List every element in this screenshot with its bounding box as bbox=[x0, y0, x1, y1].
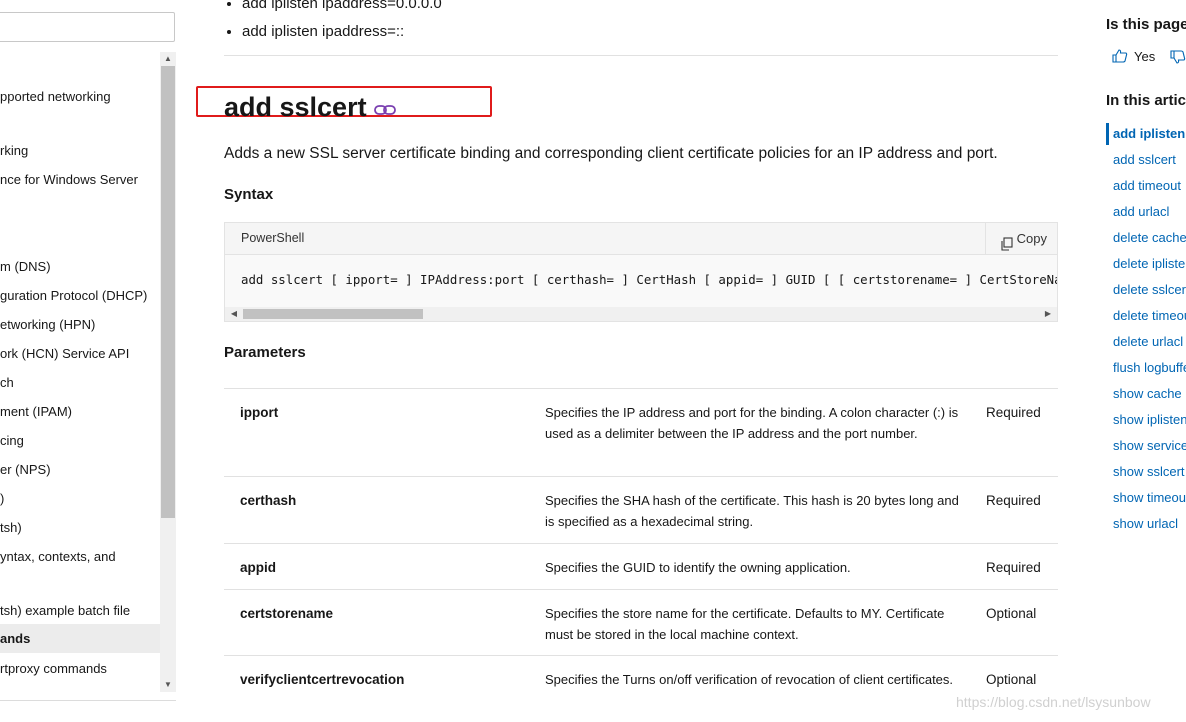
example-list: add iplisten ipaddress=0.0.0.0 add iplis… bbox=[224, 0, 442, 46]
scroll-down-arrow-icon[interactable]: ▼ bbox=[160, 678, 176, 692]
toc-scrollbar[interactable]: ▲ ▼ bbox=[160, 52, 176, 692]
param-name: certhash bbox=[240, 493, 297, 508]
toc-item[interactable]: ch bbox=[0, 373, 160, 393]
feedback-yes-label: Yes bbox=[1134, 49, 1156, 64]
right-rail: Is this page Yes In this artic add iplis… bbox=[1106, 0, 1186, 722]
param-description: Specifies the SHA hash of the certificat… bbox=[545, 493, 959, 529]
toc-item[interactable]: tsh) example batch file bbox=[0, 601, 160, 621]
table-row: ipport Specifies the IP address and port… bbox=[224, 388, 1058, 477]
scroll-right-arrow-icon[interactable]: ▶ bbox=[1041, 307, 1055, 321]
toc-item[interactable]: rtproxy commands bbox=[0, 659, 160, 679]
toc-item[interactable]: guration Protocol (DHCP) bbox=[0, 286, 160, 306]
param-description: Specifies the GUID to identify the ownin… bbox=[545, 560, 851, 575]
toc-item[interactable]: rking bbox=[0, 141, 160, 161]
article-link[interactable]: add urlacl bbox=[1113, 204, 1169, 219]
toc-item[interactable]: ork (HCN) Service API bbox=[0, 344, 160, 364]
article-link[interactable]: show service bbox=[1113, 438, 1186, 453]
param-requirement: Required bbox=[986, 405, 1041, 420]
section-title: add sslcert bbox=[224, 92, 367, 122]
code-horizontal-scrollbar[interactable]: ◀ ▶ bbox=[225, 307, 1057, 321]
toc-item-active[interactable]: ands bbox=[0, 624, 160, 653]
scroll-up-arrow-icon[interactable]: ▲ bbox=[160, 52, 176, 66]
in-this-article-heading: In this artic bbox=[1106, 92, 1186, 109]
article-content: add iplisten ipaddress=0.0.0.0 add iplis… bbox=[196, 0, 1058, 722]
param-requirement: Optional bbox=[986, 606, 1037, 621]
toc-item[interactable]: yntax, contexts, and bbox=[0, 547, 160, 567]
table-row: appid Specifies the GUID to identify the… bbox=[224, 543, 1058, 590]
param-requirement: Optional bbox=[986, 672, 1037, 687]
code-text: add sslcert [ ipport= ] IPAddress:port [… bbox=[241, 272, 1057, 287]
parameters-heading: Parameters bbox=[224, 344, 306, 361]
table-row: certstorename Specifies the store name f… bbox=[224, 589, 1058, 656]
scroll-left-arrow-icon[interactable]: ◀ bbox=[227, 307, 241, 321]
code-block: PowerShell Copy add sslcert [ ipport= ] … bbox=[224, 222, 1058, 322]
param-name: certstorename bbox=[240, 606, 334, 621]
thumbs-down-icon bbox=[1170, 50, 1186, 68]
feedback-no-button[interactable] bbox=[1170, 50, 1186, 69]
param-requirement: Required bbox=[986, 560, 1041, 575]
copy-icon bbox=[1000, 231, 1014, 262]
param-requirement: Required bbox=[986, 493, 1041, 508]
article-link[interactable]: delete urlacl bbox=[1113, 334, 1183, 349]
article-link[interactable]: delete cache bbox=[1113, 230, 1186, 245]
code-scrollbar-thumb[interactable] bbox=[243, 309, 423, 319]
article-link[interactable]: show urlacl bbox=[1113, 516, 1178, 531]
article-link[interactable]: add timeout bbox=[1113, 178, 1181, 193]
article-link[interactable]: delete iplisten bbox=[1113, 256, 1186, 271]
toc-item[interactable]: m (DNS) bbox=[0, 257, 160, 277]
feedback-yes-button[interactable]: Yes bbox=[1112, 49, 1155, 66]
list-item: add iplisten ipaddress=:: bbox=[242, 18, 442, 46]
link-icon[interactable] bbox=[373, 90, 397, 128]
toc-item[interactable]: cing bbox=[0, 431, 160, 451]
section-heading: add sslcert bbox=[224, 88, 397, 128]
toc-item[interactable]: ment (IPAM) bbox=[0, 402, 160, 422]
article-link[interactable]: flush logbuffer bbox=[1113, 360, 1186, 375]
param-description: Specifies the IP address and port for th… bbox=[545, 405, 959, 441]
copy-label: Copy bbox=[1016, 231, 1047, 246]
param-name: ipport bbox=[240, 405, 279, 420]
toc-item[interactable]: etworking (HPN) bbox=[0, 315, 160, 335]
article-link[interactable]: delete sslcert bbox=[1113, 282, 1186, 297]
toc-divider bbox=[0, 700, 176, 701]
syntax-heading: Syntax bbox=[224, 186, 274, 203]
toc-filter-input[interactable] bbox=[0, 12, 175, 42]
article-link-active[interactable]: add iplisten bbox=[1113, 126, 1185, 141]
param-name: verifyclientcertrevocation bbox=[240, 672, 405, 687]
section-description: Adds a new SSL server certificate bindin… bbox=[224, 145, 998, 162]
thumbs-up-icon bbox=[1112, 49, 1128, 66]
code-language-label: PowerShell bbox=[241, 231, 305, 245]
table-row: certhash Specifies the SHA hash of the c… bbox=[224, 476, 1058, 544]
article-link[interactable]: show sslcert bbox=[1113, 464, 1185, 479]
article-link[interactable]: show iplisten bbox=[1113, 412, 1186, 427]
active-link-indicator bbox=[1106, 123, 1109, 145]
section-divider bbox=[224, 55, 1058, 56]
article-link[interactable]: add sslcert bbox=[1113, 152, 1176, 167]
param-description: Specifies the store name for the certifi… bbox=[545, 606, 945, 642]
param-description: Specifies the Turns on/off verification … bbox=[545, 672, 954, 687]
article-link[interactable]: show timeout bbox=[1113, 490, 1186, 505]
watermark: https://blog.csdn.net/lsysunbow bbox=[956, 694, 1151, 710]
toc-list: pported networking rking nce for Windows… bbox=[0, 52, 160, 692]
toc-item[interactable]: tsh) bbox=[0, 518, 160, 538]
feedback-question: Is this page bbox=[1106, 16, 1186, 33]
copy-button[interactable]: Copy bbox=[985, 223, 1057, 254]
toc-item[interactable]: pported networking bbox=[0, 87, 160, 107]
toc-item[interactable]: ) bbox=[0, 489, 160, 509]
param-name: appid bbox=[240, 560, 276, 575]
list-item: add iplisten ipaddress=0.0.0.0 bbox=[242, 0, 442, 18]
article-link[interactable]: show cache bbox=[1113, 386, 1182, 401]
toc-sidebar: pported networking rking nce for Windows… bbox=[0, 0, 178, 722]
article-link[interactable]: delete timeout bbox=[1113, 308, 1186, 323]
toc-item[interactable]: er (NPS) bbox=[0, 460, 160, 480]
code-header: PowerShell Copy bbox=[225, 223, 1057, 255]
toc-scrollbar-thumb[interactable] bbox=[161, 66, 175, 518]
table-row: verifyclientcertrevocation Specifies the… bbox=[224, 655, 1058, 716]
toc-item[interactable]: nce for Windows Server bbox=[0, 170, 160, 190]
